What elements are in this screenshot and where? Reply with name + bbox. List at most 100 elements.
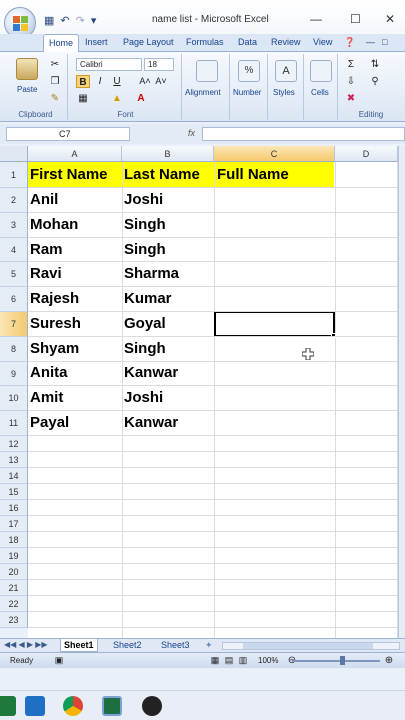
horizontal-scrollbar[interactable] bbox=[222, 642, 400, 650]
row-header-9[interactable]: 9 bbox=[0, 361, 28, 387]
cell-a11[interactable]: Payal bbox=[30, 414, 69, 431]
excel-taskbar-icon[interactable] bbox=[102, 696, 122, 716]
fill-icon[interactable]: ⇩ bbox=[344, 75, 358, 88]
row-header-1[interactable]: 1 bbox=[0, 162, 28, 188]
ribbon-minimize-icon[interactable]: — bbox=[366, 37, 375, 47]
autosum-icon[interactable]: Σ bbox=[344, 58, 358, 71]
cells-label[interactable]: Cells bbox=[311, 88, 329, 97]
paste-icon[interactable] bbox=[16, 58, 38, 80]
maximize-icon[interactable]: ☐ bbox=[350, 12, 361, 26]
font-color-icon[interactable]: A bbox=[134, 92, 148, 105]
sheet-tab-2[interactable]: Sheet2 bbox=[110, 639, 145, 652]
cell-c1[interactable]: Full Name bbox=[217, 166, 289, 183]
sheet-nav-icon[interactable]: ◀◀ ◀ ▶ ▶▶ bbox=[4, 640, 48, 649]
cell-b2[interactable]: Joshi bbox=[124, 191, 163, 208]
row-header-19[interactable]: 19 bbox=[0, 548, 28, 564]
tab-home[interactable]: Home bbox=[43, 34, 80, 53]
tab-insert[interactable]: Insert bbox=[85, 37, 108, 47]
cell-a10[interactable]: Amit bbox=[30, 389, 63, 406]
cell-b1[interactable]: Last Name bbox=[124, 166, 200, 183]
row-header-23[interactable]: 23 bbox=[0, 612, 28, 628]
alignment-label[interactable]: Alignment bbox=[185, 88, 221, 97]
cell-b3[interactable]: Singh bbox=[124, 216, 166, 233]
cell-b8[interactable]: Singh bbox=[124, 340, 166, 357]
cell-b9[interactable]: Kanwar bbox=[124, 364, 178, 381]
taskbar-app-icon[interactable] bbox=[0, 696, 16, 716]
borders-icon[interactable]: ▦ bbox=[76, 92, 90, 105]
number-label[interactable]: Number bbox=[233, 88, 261, 97]
shrink-font-icon[interactable]: A˅ bbox=[154, 75, 168, 88]
alignment-icon[interactable] bbox=[196, 60, 218, 82]
row-header-8[interactable]: 8 bbox=[0, 336, 28, 362]
italic-button[interactable]: I bbox=[93, 75, 107, 88]
row-header-11[interactable]: 11 bbox=[0, 411, 28, 436]
cell-b6[interactable]: Kumar bbox=[124, 290, 172, 307]
insert-function-icon[interactable]: fx bbox=[188, 128, 195, 138]
save-icon[interactable]: ▦ bbox=[44, 14, 54, 27]
styles-icon[interactable]: A bbox=[275, 60, 297, 82]
select-all-button[interactable] bbox=[0, 146, 28, 162]
zoom-slider[interactable] bbox=[292, 660, 380, 662]
paste-label[interactable]: Paste bbox=[17, 85, 37, 94]
row-header-15[interactable]: 15 bbox=[0, 484, 28, 500]
horizontal-scroll-thumb[interactable] bbox=[243, 643, 373, 649]
font-size-box[interactable]: 18 bbox=[144, 58, 174, 71]
clear-icon[interactable]: ✖ bbox=[344, 92, 358, 105]
tab-data[interactable]: Data bbox=[238, 37, 257, 47]
row-header-21[interactable]: 21 bbox=[0, 580, 28, 596]
cell-a5[interactable]: Ravi bbox=[30, 265, 62, 282]
help-icon[interactable]: ❓ bbox=[344, 37, 355, 48]
cell-a6[interactable]: Rajesh bbox=[30, 290, 79, 307]
row-header-22[interactable]: 22 bbox=[0, 596, 28, 612]
page-layout-view-icon[interactable]: ▤ bbox=[222, 654, 236, 667]
cell-b4[interactable]: Singh bbox=[124, 241, 166, 258]
bold-button[interactable]: B bbox=[76, 75, 90, 88]
normal-view-icon[interactable]: ▦ bbox=[208, 654, 222, 667]
cell-a8[interactable]: Shyam bbox=[30, 340, 79, 357]
tab-review[interactable]: Review bbox=[271, 37, 301, 47]
underline-button[interactable]: U bbox=[110, 75, 124, 88]
column-header-c[interactable]: C bbox=[214, 146, 335, 162]
row-header-20[interactable]: 20 bbox=[0, 564, 28, 580]
row-header-18[interactable]: 18 bbox=[0, 532, 28, 548]
tab-view[interactable]: View bbox=[313, 37, 332, 47]
find-select-icon[interactable]: ⚲ bbox=[368, 75, 382, 88]
screen-recorder-icon[interactable] bbox=[142, 696, 162, 716]
active-cell-c7[interactable] bbox=[214, 311, 335, 337]
zoom-in-icon[interactable]: ⊕ bbox=[382, 654, 396, 667]
row-header-2[interactable]: 2 bbox=[0, 188, 28, 213]
row-header-7[interactable]: 7 bbox=[0, 312, 28, 337]
cell-a7[interactable]: Suresh bbox=[30, 315, 81, 332]
row-header-16[interactable]: 16 bbox=[0, 500, 28, 516]
fill-color-icon[interactable]: ▲ bbox=[110, 92, 124, 105]
undo-icon[interactable]: ↶ bbox=[60, 14, 69, 27]
zoom-level[interactable]: 100% bbox=[258, 656, 278, 665]
tab-formulas[interactable]: Formulas bbox=[186, 37, 224, 47]
redo-icon[interactable]: ↷ bbox=[76, 14, 85, 27]
format-painter-icon[interactable]: ✎ bbox=[48, 92, 62, 105]
cell-a4[interactable]: Ram bbox=[30, 241, 63, 258]
macro-record-icon[interactable]: ▣ bbox=[52, 654, 66, 667]
cell-b5[interactable]: Sharma bbox=[124, 265, 179, 282]
mail-icon[interactable] bbox=[25, 696, 45, 716]
number-format-icon[interactable]: % bbox=[238, 60, 260, 82]
cell-a1[interactable]: First Name bbox=[30, 166, 108, 183]
close-icon[interactable]: ✕ bbox=[385, 12, 395, 26]
copy-icon[interactable]: ❐ bbox=[48, 75, 62, 88]
column-header-a[interactable]: A bbox=[28, 146, 122, 162]
sheet-tab-3[interactable]: Sheet3 bbox=[158, 639, 193, 652]
vertical-scrollbar[interactable] bbox=[398, 146, 405, 640]
row-header-4[interactable]: 4 bbox=[0, 237, 28, 263]
chrome-icon[interactable] bbox=[63, 696, 83, 716]
row-header-13[interactable]: 13 bbox=[0, 452, 28, 468]
row-header-12[interactable]: 12 bbox=[0, 436, 28, 452]
sort-filter-icon[interactable]: ⇅ bbox=[368, 58, 382, 71]
row-header-5[interactable]: 5 bbox=[0, 262, 28, 288]
customize-qat-icon[interactable]: ▾ bbox=[91, 14, 97, 27]
cell-b11[interactable]: Kanwar bbox=[124, 414, 178, 431]
cut-icon[interactable]: ✂ bbox=[48, 58, 62, 71]
row-header-14[interactable]: 14 bbox=[0, 468, 28, 484]
zoom-slider-knob[interactable] bbox=[340, 656, 345, 665]
row-header-17[interactable]: 17 bbox=[0, 516, 28, 532]
cell-a2[interactable]: Anil bbox=[30, 191, 58, 208]
